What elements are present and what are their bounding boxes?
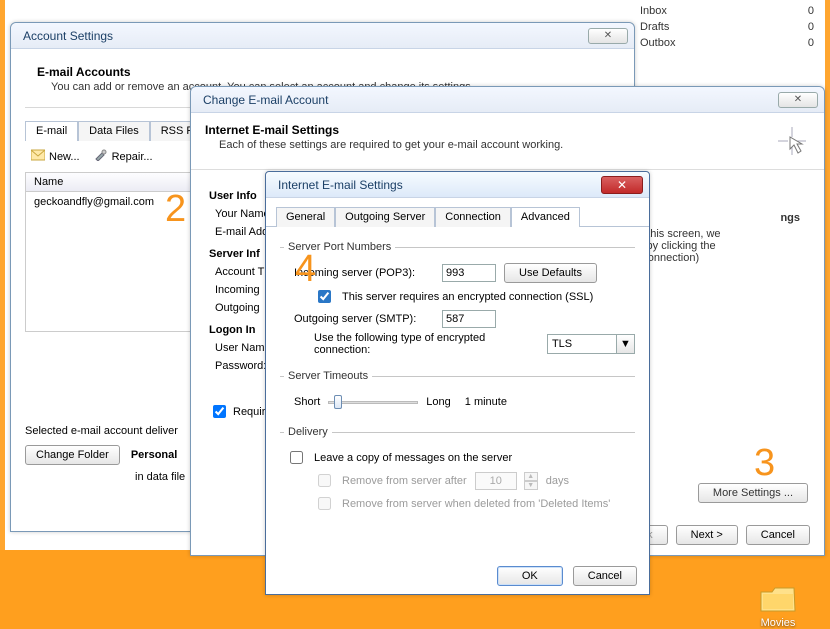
chevron-down-icon: ▼	[616, 335, 634, 353]
more-settings-button[interactable]: More Settings ...	[698, 483, 808, 503]
tab-email[interactable]: E-mail	[25, 121, 78, 141]
desktop-folder-movies[interactable]: Movies	[750, 583, 806, 629]
group-delivery: Delivery Leave a copy of messages on the…	[280, 426, 635, 521]
tab-connection[interactable]: Connection	[435, 207, 511, 227]
days-spinner: ▲▼	[524, 472, 538, 490]
folder-icon	[758, 583, 798, 615]
mailbox-row[interactable]: Inbox 0	[632, 3, 822, 19]
personal-label: Personal	[131, 449, 177, 461]
short-label: Short	[294, 396, 320, 408]
outgoing-server-label: Outgoing server (SMTP):	[294, 313, 434, 325]
tab-data-files[interactable]: Data Files	[78, 121, 150, 141]
ok-button[interactable]: OK	[497, 566, 563, 586]
mailbox-name: Inbox	[632, 3, 667, 19]
group-label: Delivery	[284, 426, 332, 438]
cancel-button[interactable]: Cancel	[573, 566, 637, 586]
remove-deleted-label: Remove from server when deleted from 'De…	[342, 498, 610, 510]
mailbox-count: 0	[808, 35, 822, 51]
group-server-ports: Server Port Numbers Incoming server (POP…	[280, 241, 635, 364]
group-label: Server Timeouts	[284, 370, 372, 382]
tools-icon	[94, 149, 108, 164]
titlebar: Internet E-mail Settings ✕	[266, 172, 649, 198]
new-account-button[interactable]: New...	[31, 149, 80, 164]
folder-label: Movies	[750, 617, 806, 629]
encryption-type-label: Use the following type of encrypted conn…	[314, 332, 539, 356]
tab-advanced[interactable]: Advanced	[511, 207, 580, 227]
mailbox-name: Drafts	[632, 19, 669, 35]
titlebar: Change E-mail Account ✕	[191, 87, 824, 113]
days-label: days	[546, 475, 569, 487]
change-folder-button[interactable]: Change Folder	[25, 445, 120, 465]
use-defaults-button[interactable]: Use Defaults	[504, 263, 597, 283]
heading: E-mail Accounts	[37, 65, 620, 79]
selected-delivery-label: Selected e-mail account deliver	[25, 425, 178, 437]
leave-copy-checkbox[interactable]	[290, 451, 303, 464]
remove-after-checkbox	[318, 474, 331, 487]
incoming-port-input[interactable]	[442, 264, 496, 282]
outgoing-port-input[interactable]	[442, 310, 496, 328]
repair-account-button[interactable]: Repair...	[94, 149, 153, 164]
mail-icon	[31, 149, 45, 164]
remove-after-label: Remove from server after	[342, 475, 467, 487]
remove-after-days-input	[475, 472, 517, 490]
group-server-timeouts: Server Timeouts Short Long 1 minute	[280, 370, 635, 420]
tab-outgoing-server[interactable]: Outgoing Server	[335, 207, 435, 227]
tab-row: General Outgoing Server Connection Advan…	[266, 198, 649, 227]
cancel-button[interactable]: Cancel	[746, 525, 810, 545]
titlebar: Account Settings ✕	[11, 23, 634, 49]
next-button[interactable]: Next >	[676, 525, 738, 545]
require-checkbox[interactable]	[213, 405, 226, 418]
label: New...	[49, 151, 80, 163]
internet-email-settings-dialog: Internet E-mail Settings ✕ General Outgo…	[265, 171, 650, 595]
mailbox-list: Inbox 0 Drafts 0 Outbox 0	[632, 3, 822, 51]
wizard-heading: Internet E-mail Settings	[205, 123, 563, 137]
timeout-value: 1 minute	[465, 396, 507, 408]
tab-general[interactable]: General	[276, 207, 335, 227]
remove-deleted-checkbox	[318, 497, 331, 510]
mailbox-count: 0	[808, 19, 822, 35]
ssl-checkbox[interactable]	[318, 290, 331, 303]
dialog-title: Internet E-mail Settings	[278, 178, 403, 192]
encryption-type-dropdown[interactable]: TLS ▼	[547, 334, 635, 354]
label: Repair...	[112, 151, 153, 163]
close-button[interactable]: ✕	[601, 176, 643, 194]
mailbox-row[interactable]: Drafts 0	[632, 19, 822, 35]
incoming-server-label: Incoming server (POP3):	[294, 267, 434, 279]
long-label: Long	[426, 396, 450, 408]
close-button[interactable]: ✕	[588, 28, 628, 44]
timeout-slider[interactable]	[328, 392, 418, 412]
leave-copy-label: Leave a copy of messages on the server	[314, 452, 512, 464]
mailbox-count: 0	[808, 3, 822, 19]
mailbox-name: Outbox	[632, 35, 675, 51]
ssl-label: This server requires an encrypted connec…	[342, 291, 593, 303]
close-button[interactable]: ✕	[778, 92, 818, 108]
wizard-subheading: Each of these settings are required to g…	[219, 139, 563, 151]
cursor-icon	[774, 123, 810, 159]
dropdown-value: TLS	[552, 338, 572, 350]
dialog-title: Account Settings	[23, 29, 113, 43]
group-label: Server Port Numbers	[284, 241, 395, 253]
dialog-title: Change E-mail Account	[203, 93, 328, 107]
mailbox-row[interactable]: Outbox 0	[632, 35, 822, 51]
